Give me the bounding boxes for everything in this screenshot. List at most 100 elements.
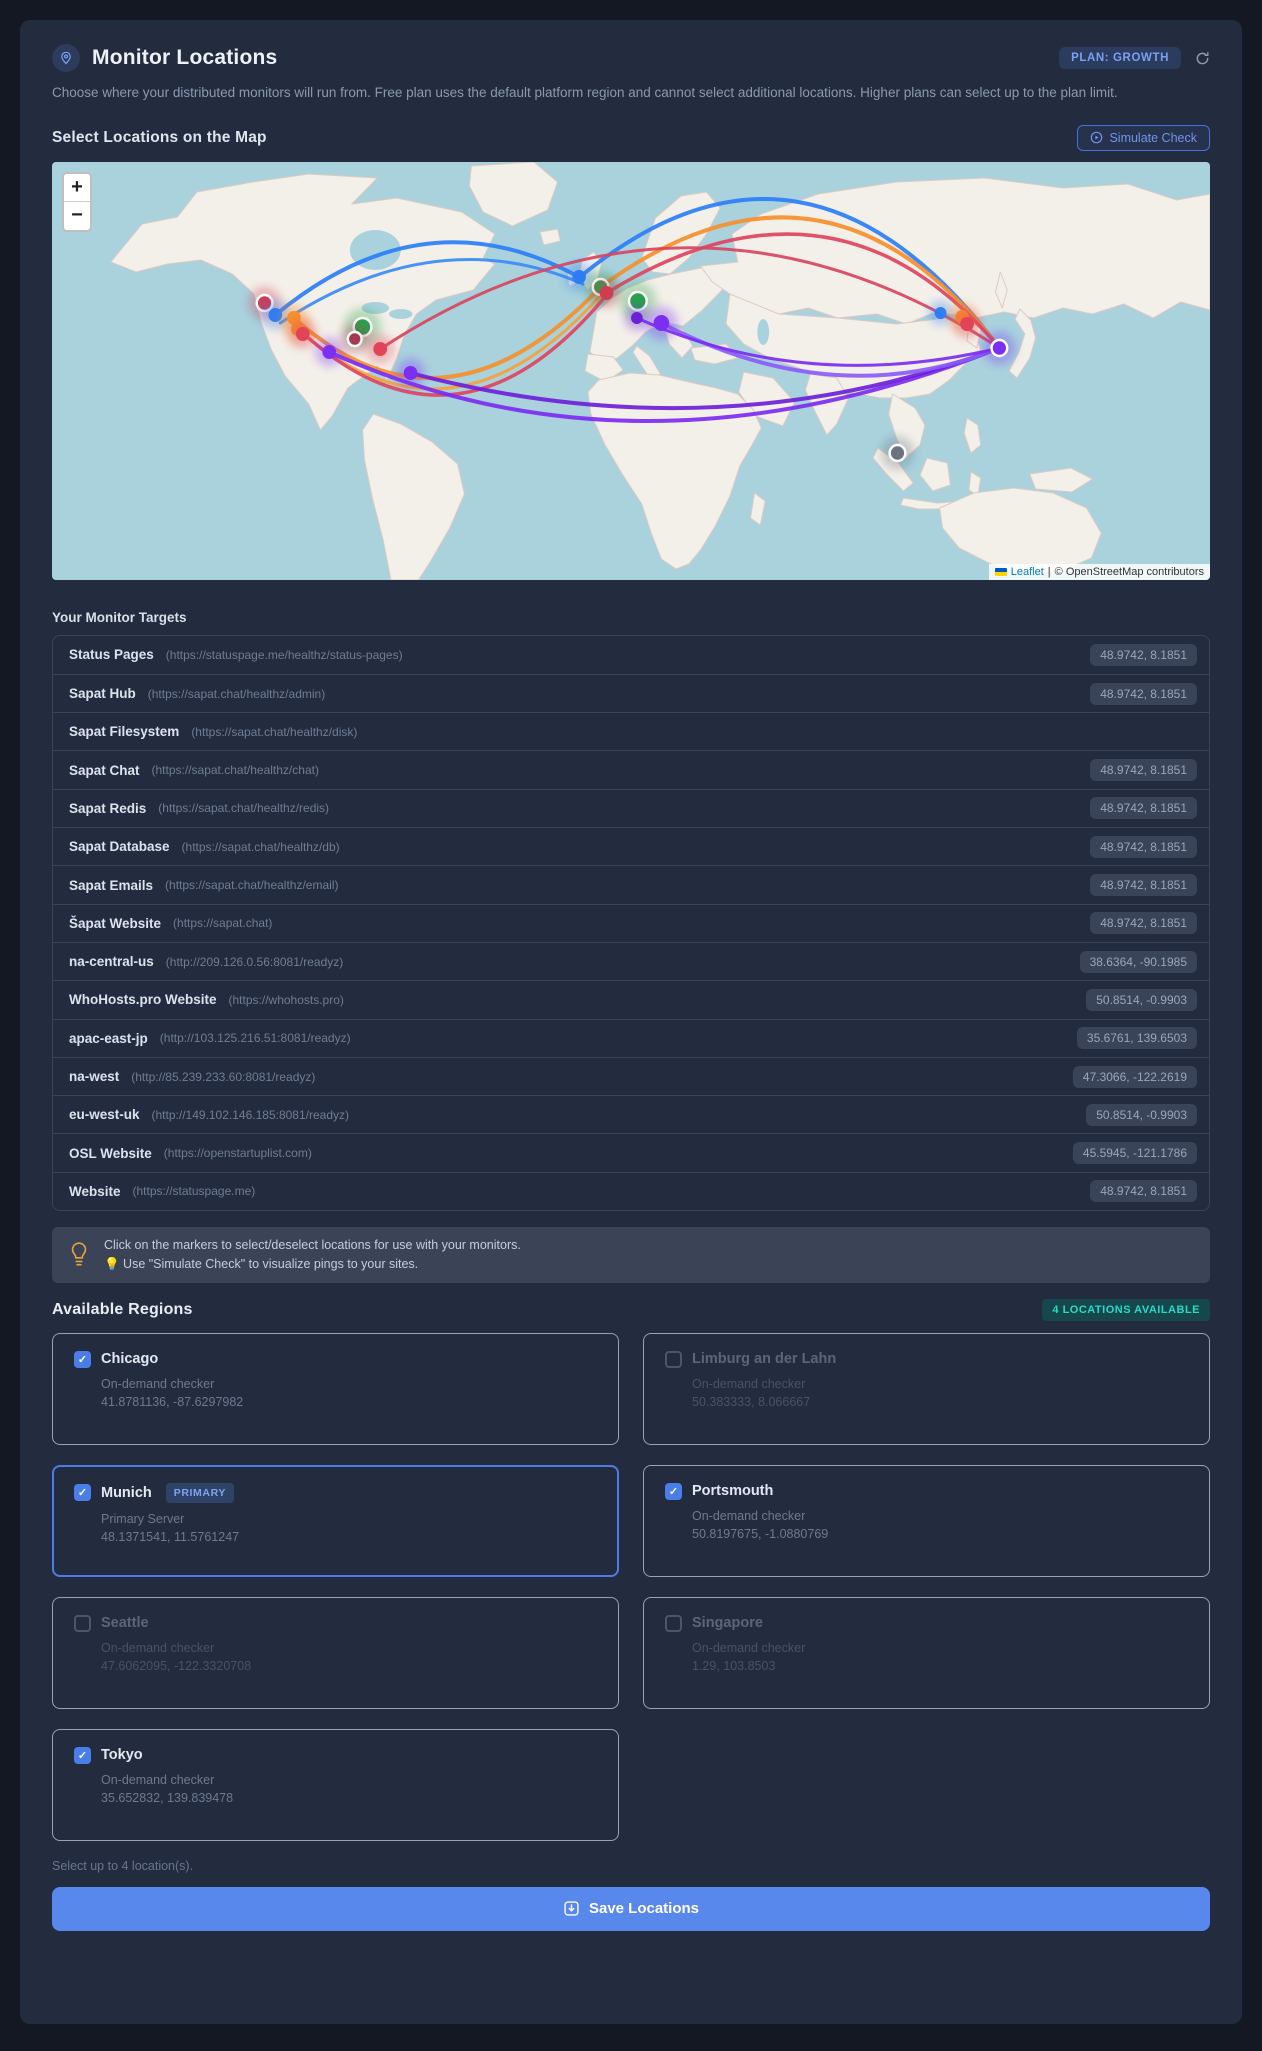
map-marker-uk-blue[interactable] bbox=[572, 269, 586, 284]
target-name: eu-west-uk bbox=[69, 1107, 140, 1123]
tip-line-1: Click on the markers to select/deselect … bbox=[104, 1238, 521, 1253]
monitor-locations-panel: Monitor Locations PLAN: GROWTH Choose wh… bbox=[20, 20, 1242, 2024]
region-name: Tokyo bbox=[101, 1747, 143, 1764]
region-checkbox[interactable]: ✓ bbox=[74, 1350, 91, 1368]
region-name: Portsmouth bbox=[692, 1483, 774, 1500]
region-type: On-demand checker bbox=[101, 1640, 215, 1655]
target-row: Sapat Hub (https://sapat.chat/healthz/adm… bbox=[53, 673, 1209, 712]
map-zoom-control: + − bbox=[62, 171, 92, 232]
target-name: na-west bbox=[69, 1069, 120, 1084]
target-coordinates-badge: 48.9742, 8.1851 bbox=[1090, 835, 1197, 858]
location-pin-icon bbox=[52, 44, 80, 72]
map-marker-us-purple-west[interactable] bbox=[322, 344, 337, 359]
region-card-limburg-an-der-lahn: Limburg an der Lahn On-demand checker 50.3… bbox=[643, 1332, 1210, 1445]
region-checkbox[interactable]: ✓ bbox=[74, 1484, 91, 1502]
target-url: (https://sapat.chat/healthz/disk) bbox=[191, 724, 358, 739]
map-marker-us-red-east[interactable] bbox=[373, 341, 388, 356]
target-name: na-central-us bbox=[69, 954, 154, 970]
world-map[interactable]: + − Leaflet | © OpenStreetMap contributo… bbox=[52, 161, 1210, 580]
target-coordinates-badge: 50.8514, -0.9903 bbox=[1086, 988, 1197, 1011]
target-name: Sapat Redis bbox=[69, 800, 147, 816]
monitor-targets-list: Status Pages (https://statuspage.me/healt… bbox=[52, 634, 1210, 1212]
region-checkbox bbox=[74, 1614, 91, 1632]
description: Choose where your distributed monitors w… bbox=[52, 85, 1118, 100]
map-marker-korea-red[interactable] bbox=[960, 316, 974, 331]
region-card-munich[interactable]: ✓ Munich PRIMARY Primary Server 48.1371541, … bbox=[52, 1464, 619, 1577]
target-row: Website (https://statuspage.me) 48.9742, 8… bbox=[53, 1171, 1209, 1210]
target-name: Sapat Hub bbox=[69, 686, 136, 702]
map-marker-europe-purple-big[interactable] bbox=[653, 314, 670, 331]
regions-heading: Available Regions bbox=[52, 1300, 193, 1318]
region-coordinates: 41.8781136, -87.6297982 bbox=[101, 1394, 244, 1409]
primary-badge: PRIMARY bbox=[165, 1482, 234, 1503]
region-coordinates: 1.29, 103.8503 bbox=[692, 1658, 776, 1673]
target-coordinates-badge: 48.9742, 8.1851 bbox=[1090, 643, 1197, 666]
locations-available-badge: 4 LOCATIONS AVAILABLE bbox=[1042, 1298, 1210, 1321]
simulate-check-button[interactable]: Simulate Check bbox=[1077, 124, 1210, 151]
refresh-icon[interactable] bbox=[1195, 51, 1210, 66]
target-coordinates-badge: 48.9742, 8.1851 bbox=[1090, 874, 1197, 897]
target-row: apac-east-jp (http://103.125.216.51:8081/… bbox=[53, 1018, 1209, 1057]
region-name: Limburg an der Lahn bbox=[692, 1351, 837, 1368]
map-attribution: Leaflet | © OpenStreetMap contributors bbox=[988, 563, 1210, 580]
save-icon bbox=[564, 1901, 579, 1916]
target-url: (http://209.126.0.56:8081/readyz) bbox=[165, 954, 344, 969]
target-row: WhoHosts.pro Website (https://whohosts.pr… bbox=[53, 980, 1209, 1018]
target-name: WhoHosts.pro Website bbox=[69, 992, 217, 1008]
target-url: (http://85.239.233.60:8081/readyz) bbox=[131, 1069, 316, 1084]
region-coordinates: 35.652832, 139.839478 bbox=[101, 1790, 234, 1805]
region-name: Seattle bbox=[101, 1615, 149, 1632]
map-marker-china-blue[interactable] bbox=[934, 306, 947, 319]
target-url: (https://openstartuplist.com) bbox=[163, 1146, 312, 1161]
page-title: Monitor Locations bbox=[92, 46, 278, 69]
region-checkbox bbox=[665, 1614, 682, 1632]
target-coordinates-badge: 50.8514, -0.9903 bbox=[1086, 1103, 1197, 1126]
header: Monitor Locations PLAN: GROWTH bbox=[52, 42, 1210, 74]
targets-heading: Your Monitor Targets bbox=[52, 609, 187, 625]
map-zoom-in-button[interactable]: + bbox=[64, 173, 90, 202]
map-marker-us-purple-south[interactable] bbox=[403, 365, 418, 380]
target-row: OSL Website (https://openstartuplist.com)… bbox=[53, 1133, 1209, 1171]
map-marker-us-red[interactable] bbox=[295, 326, 310, 341]
save-locations-button[interactable]: Save Locations bbox=[52, 1886, 1210, 1931]
map-marker-singapore-gray[interactable] bbox=[888, 443, 907, 462]
region-type: Primary Server bbox=[101, 1511, 185, 1526]
map-marker-tokyo-purple[interactable] bbox=[990, 338, 1009, 357]
target-url: (http://149.102.146.185:8081/readyz) bbox=[151, 1107, 349, 1122]
attribution-separator: | bbox=[1047, 565, 1051, 578]
region-checkbox[interactable]: ✓ bbox=[74, 1746, 91, 1764]
target-url: (http://103.125.216.51:8081/readyz) bbox=[159, 1031, 351, 1046]
region-type: On-demand checker bbox=[692, 1508, 806, 1523]
region-card-portsmouth[interactable]: ✓ Portsmouth On-demand checker 50.8197675, … bbox=[643, 1464, 1210, 1577]
ukraine-flag-icon bbox=[994, 567, 1007, 576]
map-marker-portsmouth-red[interactable] bbox=[599, 285, 614, 300]
leaflet-link[interactable]: Leaflet bbox=[1011, 566, 1044, 578]
target-row: Sapat Emails (https://sapat.chat/healthz/… bbox=[53, 865, 1209, 903]
map-marker-chicago-maroon[interactable] bbox=[346, 330, 363, 347]
region-coordinates: 47.6062095, -122.3320708 bbox=[101, 1658, 252, 1673]
target-name: OSL Website bbox=[69, 1145, 152, 1161]
target-url: (https://sapat.chat/healthz/db) bbox=[181, 839, 340, 854]
map-zoom-out-button[interactable]: − bbox=[64, 201, 90, 230]
region-name: Singapore bbox=[692, 1615, 763, 1632]
target-row: Sapat Filesystem (https://sapat.chat/heal… bbox=[53, 712, 1209, 750]
target-coordinates-badge: 47.3066, -122.2619 bbox=[1072, 1065, 1197, 1088]
target-url: (https://statuspage.me/healthz/status-pa… bbox=[165, 647, 403, 662]
map-marker-europe-purple-small[interactable] bbox=[631, 311, 643, 324]
region-card-seattle: Seattle On-demand checker 47.6062095, -122… bbox=[52, 1596, 619, 1709]
region-card-tokyo[interactable]: ✓ Tokyo On-demand checker 35.652832, 139.83… bbox=[52, 1728, 619, 1841]
region-coordinates: 50.8197675, -1.0880769 bbox=[692, 1526, 829, 1541]
target-coordinates-badge: 45.5945, -121.1786 bbox=[1072, 1142, 1197, 1165]
play-circle-icon bbox=[1091, 131, 1103, 144]
region-coordinates: 48.1371541, 11.5761247 bbox=[101, 1529, 240, 1544]
target-name: Status Pages bbox=[69, 647, 154, 663]
target-url: (https://sapat.chat/healthz/chat) bbox=[151, 763, 319, 778]
target-coordinates-badge: 48.9742, 8.1851 bbox=[1090, 912, 1197, 935]
region-card-chicago[interactable]: ✓ Chicago On-demand checker 41.8781136, -87… bbox=[52, 1332, 619, 1445]
target-row: na-central-us (http://209.126.0.56:8081/r… bbox=[53, 941, 1209, 980]
target-row: na-west (http://85.239.233.60:8081/readyz… bbox=[53, 1056, 1209, 1095]
region-coordinates: 50.383333, 8.066667 bbox=[692, 1394, 811, 1409]
region-card-singapore: Singapore On-demand checker 1.29, 103.8503 bbox=[643, 1596, 1210, 1709]
target-coordinates-badge: 48.9742, 8.1851 bbox=[1090, 682, 1197, 705]
region-checkbox[interactable]: ✓ bbox=[665, 1482, 682, 1500]
